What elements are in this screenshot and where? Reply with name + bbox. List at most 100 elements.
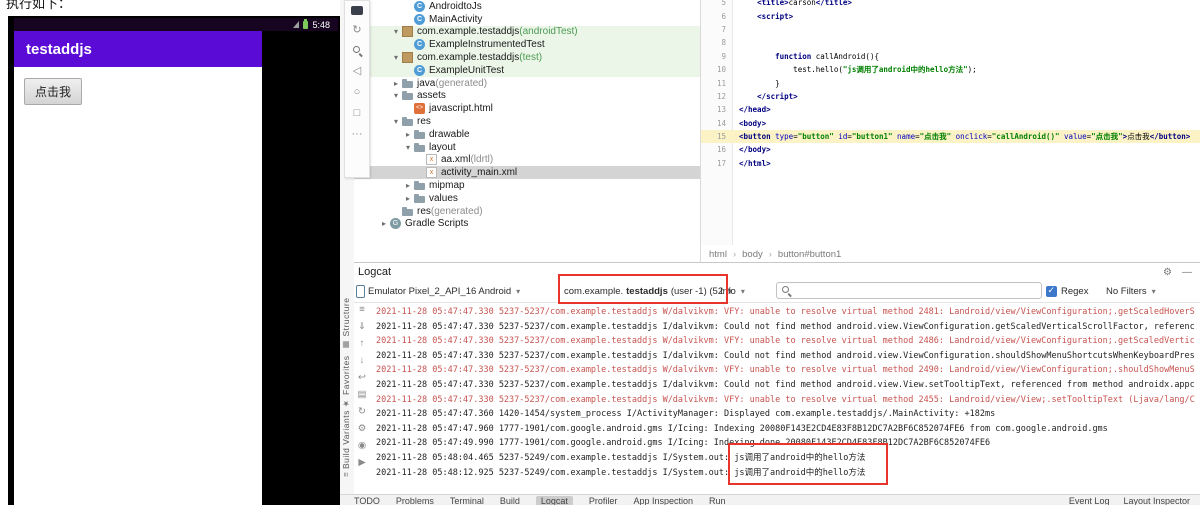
tree-item-exampleunittest[interactable]: ExampleUnitTest — [354, 63, 700, 77]
tree-item-label: drawable — [429, 128, 470, 140]
scroll-to-end-icon[interactable]: ⇓ — [358, 322, 366, 332]
breadcrumb-item[interactable]: html — [709, 249, 727, 260]
breadcrumb-item[interactable]: button#button1 — [778, 249, 841, 260]
overview-icon[interactable]: □ — [350, 107, 364, 119]
hide-panel-icon[interactable]: — — [1182, 267, 1192, 278]
tree-item-res[interactable]: res (generated) — [354, 205, 700, 218]
tree-item-activity-main-xml[interactable]: activity_main.xml — [354, 166, 700, 180]
editor-line-13[interactable]: 13 </head> — [701, 103, 1200, 116]
android-emulator-window: 5:48 testaddjs 点击我 — [8, 16, 340, 505]
editor-line-12[interactable]: 12 </script> — [701, 90, 1200, 103]
editor-line-17[interactable]: 17 </html> — [701, 157, 1200, 170]
tool-tab-build-variants[interactable]: ≡ Build Variants — [341, 410, 351, 477]
app-filter-dropdown[interactable]: com.example. testaddjs (user -1) (52 — [564, 280, 732, 302]
device-dropdown[interactable]: Emulator Pixel_2_API_16 Android — [356, 280, 520, 302]
breadcrumb: html › body › button#button1 — [701, 246, 1200, 262]
tree-item-com-example-testaddjs[interactable]: ▾ com.example.testaddjs (androidTest) — [354, 25, 700, 39]
tree-item-java[interactable]: ▸ java (generated) — [354, 77, 700, 90]
editor-line-15[interactable]: 15 <button type="button" id="button1" nam… — [701, 129, 1200, 144]
chevron-icon: ▾ — [393, 91, 398, 101]
bottom-tab-app-inspection[interactable]: App Inspection — [633, 496, 693, 505]
folder-icon — [414, 142, 425, 153]
zoom-icon[interactable] — [352, 45, 363, 56]
log-level-dropdown[interactable]: Info — [720, 280, 745, 302]
back-icon[interactable]: ◁ — [350, 65, 364, 77]
filters-dropdown[interactable]: No Filters — [1106, 280, 1156, 302]
log-output-area[interactable]: 2021-11-28 05:47:47.330 5237-5237/com.ex… — [370, 301, 1200, 487]
bottom-tab-layout-inspector[interactable]: Layout Inspector — [1123, 496, 1190, 505]
bottom-tab-todo[interactable]: TODO — [354, 496, 380, 505]
bottom-tab-event-log[interactable]: Event Log — [1069, 496, 1110, 505]
logcat-search-input[interactable] — [796, 284, 1037, 297]
logcat-tab-label[interactable]: Logcat — [358, 266, 391, 278]
print-icon[interactable]: ▤ — [358, 390, 367, 400]
screen-record-icon[interactable]: ▶ — [358, 458, 365, 468]
tree-item-res[interactable]: ▾ res — [354, 115, 700, 128]
code-text: <body> — [739, 118, 767, 128]
code-editor[interactable]: 5 <title>carson</title> 6 <script> 7 8 9 fun… — [700, 0, 1200, 262]
restart-icon[interactable]: ↻ — [358, 407, 366, 417]
project-tree-panel[interactable]: AndroidtoJsMainActivity ▾ com.example.test… — [354, 0, 700, 262]
tree-item-label: res — [417, 116, 431, 128]
editor-line-11[interactable]: 11 } — [701, 76, 1200, 89]
tree-item-label: res — [417, 205, 431, 217]
regex-checkbox[interactable]: Regex — [1046, 280, 1088, 302]
bottom-tab-terminal[interactable]: Terminal — [450, 496, 484, 505]
editor-line-5[interactable]: 5 <title>carson</title> — [701, 0, 1200, 9]
tree-item-label: ExampleUnitTest — [429, 64, 505, 76]
more-icon[interactable]: ··· — [350, 128, 364, 140]
bottom-tab-build[interactable]: Build — [500, 496, 520, 505]
bottom-tab-profiler[interactable]: Profiler — [589, 496, 618, 505]
settings-gear-icon[interactable]: ⚙ — [1163, 267, 1172, 278]
folder-icon — [402, 206, 413, 217]
breadcrumb-item[interactable]: body — [742, 249, 763, 260]
tree-item-drawable[interactable]: ▸ drawable — [354, 128, 700, 141]
soft-wrap-icon[interactable]: ↩ — [358, 373, 366, 383]
editor-line-16[interactable]: 16 </body> — [701, 143, 1200, 156]
editor-line-9[interactable]: 9 function callAndroid(){ — [701, 50, 1200, 63]
editor-line-6[interactable]: 6 <script> — [701, 9, 1200, 22]
editor-line-8[interactable]: 8 — [701, 36, 1200, 49]
bottom-tab-logcat[interactable]: Logcat — [535, 496, 573, 505]
editor-line-7[interactable]: 7 — [701, 23, 1200, 36]
tree-item-mipmap[interactable]: ▸ mipmap — [354, 179, 700, 192]
tree-item-mainactivity[interactable]: MainActivity — [354, 13, 700, 26]
down-stack-icon[interactable]: ↓ — [360, 356, 365, 366]
up-stack-icon[interactable]: ↑ — [360, 339, 365, 349]
log-line: 2021-11-28 05:47:47.960 1777-1901/com.go… — [376, 423, 1108, 434]
logcat-toolbar: Emulator Pixel_2_API_16 Android com.exam… — [354, 280, 1200, 303]
tree-item-javascript-html[interactable]: javascript.html — [354, 102, 700, 115]
tree-item-assets[interactable]: ▾ assets — [354, 90, 700, 103]
line-number: 9 — [721, 51, 726, 61]
screenshot-icon[interactable]: ◉ — [358, 441, 366, 451]
chevron-icon: ▾ — [393, 27, 398, 37]
tree-item-androidtojs[interactable]: AndroidtoJs — [354, 0, 700, 13]
tree-item-aa-xml[interactable]: aa.xml (ldrtl) — [354, 154, 700, 167]
emulator-side-toolbar: ↻ ◁ ○ □ ··· — [344, 0, 370, 178]
bottom-tab-problems[interactable]: Problems — [396, 496, 434, 505]
tree-item-label: activity_main.xml — [441, 167, 518, 179]
tree-item-gradle-scripts[interactable]: ▸ Gradle Scripts — [354, 218, 700, 231]
tree-item-label: aa.xml — [441, 154, 471, 166]
code-text: <title>carson</title> — [757, 0, 852, 8]
tree-item-values[interactable]: ▸ values — [354, 192, 700, 205]
logcat-settings-icon[interactable]: ⚙ — [358, 424, 367, 434]
rotate-icon[interactable]: ↻ — [350, 24, 364, 36]
tree-item-com-example-testaddjs[interactable]: ▾ com.example.testaddjs (test) — [354, 51, 700, 64]
tree-item-layout[interactable]: ▾ layout — [354, 141, 700, 154]
android-studio-window: ▦Structure ★Favorites ≡Build Variants Andr… — [340, 0, 1200, 505]
minimize-icon[interactable] — [351, 6, 363, 15]
home-icon[interactable]: ○ — [350, 86, 364, 98]
tree-item-label: assets — [417, 90, 446, 102]
chevron-icon: ▸ — [381, 219, 386, 229]
app-click-me-button[interactable]: 点击我 — [24, 78, 83, 105]
editor-line-14[interactable]: 14 <body> — [701, 117, 1200, 130]
clear-log-icon[interactable]: ≡ — [359, 305, 365, 315]
tool-tab-favorites[interactable]: ★ Favorites — [341, 356, 351, 408]
tool-tab-structure[interactable]: ▦ Structure — [341, 298, 351, 350]
tree-item-exampleinstrumentedtest[interactable]: ExampleInstrumentedTest — [354, 38, 700, 52]
bottom-tab-run[interactable]: Run — [709, 496, 726, 505]
chevron-icon: ▸ — [405, 181, 410, 191]
logcat-search-field[interactable] — [776, 282, 1042, 299]
editor-line-10[interactable]: 10 test.hello("js调用了android中的hello方法"); — [701, 63, 1200, 76]
